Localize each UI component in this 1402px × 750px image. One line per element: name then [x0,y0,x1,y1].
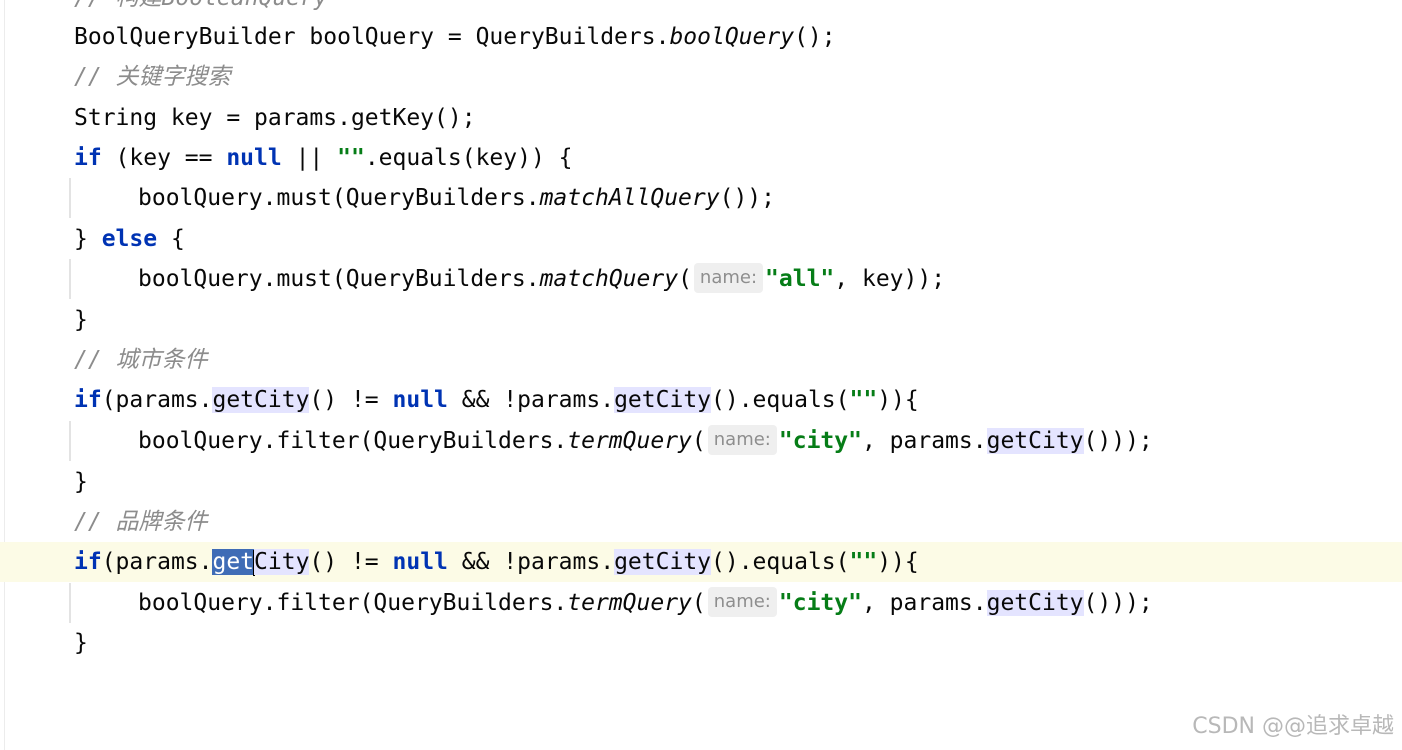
usage-highlight: getCity [212,387,310,413]
code-line[interactable]: } [0,300,1402,340]
string-literal: "city" [778,590,862,616]
comment: // 关键字搜索 [74,64,231,90]
string-literal: "all" [765,266,835,292]
method-name: termQuery [567,428,692,454]
indent-guide [69,421,71,461]
keyword: if [74,387,102,413]
code-line[interactable]: boolQuery.filter(QueryBuilders.termQuery… [0,583,1402,623]
code-line[interactable]: // 构建BooleanQuery [0,0,1402,18]
type-name: BoolQueryBuilder [74,24,296,50]
code-line[interactable]: // 品牌条件 [0,502,1402,542]
comment: // 品牌条件 [74,509,208,535]
indent-guide [69,259,71,299]
code-line[interactable]: } [0,462,1402,502]
string-literal: "city" [778,428,862,454]
indent-guide [69,583,71,623]
keyword: null [392,387,448,413]
code-editor[interactable]: // 构建BooleanQuery BoolQueryBuilder boolQ… [0,0,1402,750]
method-name: matchQuery [539,266,679,292]
code-line[interactable]: String key = params.getKey(); [0,98,1402,138]
comment: // 构建BooleanQuery [74,0,328,18]
usage-highlight: getCity [614,387,712,413]
usage-highlight: City [254,549,310,575]
parameter-hint: name: [707,424,777,455]
code-line[interactable]: if(params.getCity() != null && !params.g… [0,380,1402,420]
keyword: else [101,226,158,252]
usage-highlight: getCity [986,590,1084,616]
code-line[interactable]: } else { [0,219,1402,259]
comment: // 城市条件 [74,347,208,373]
usage-highlight: getCity [614,549,712,575]
code-line[interactable]: boolQuery.must(QueryBuilders.matchQuery(… [0,259,1402,299]
string-literal: "" [849,387,878,413]
current-code-line[interactable]: if(params.getCity() != null && !params.g… [0,542,1402,582]
code-line[interactable]: // 关键字搜索 [0,57,1402,97]
parameter-hint: name: [693,262,764,293]
method-name: matchAllQuery [539,185,720,211]
code-line[interactable]: } [0,623,1402,663]
string-literal: "" [849,549,878,575]
method-name: termQuery [567,590,692,616]
keyword: null [226,145,282,171]
keyword: null [392,549,448,575]
code-line[interactable]: // 城市条件 [0,340,1402,380]
code-line[interactable]: BoolQueryBuilder boolQuery = QueryBuilde… [0,17,1402,57]
keyword: if [74,549,102,575]
text-selection[interactable]: get [212,549,255,575]
usage-highlight: getCity [986,428,1084,454]
code-line[interactable]: boolQuery.must(QueryBuilders.matchAllQue… [0,178,1402,218]
parameter-hint: name: [707,586,777,617]
code-line[interactable]: boolQuery.filter(QueryBuilders.termQuery… [0,421,1402,461]
method-name: boolQuery [669,24,795,50]
code-line[interactable]: if (key == null || "".equals(key)) { [0,138,1402,178]
string-literal: "" [337,145,365,171]
indent-guide [69,178,71,218]
watermark: CSDN @@追求卓越 [1192,714,1394,739]
keyword: if [74,145,102,171]
